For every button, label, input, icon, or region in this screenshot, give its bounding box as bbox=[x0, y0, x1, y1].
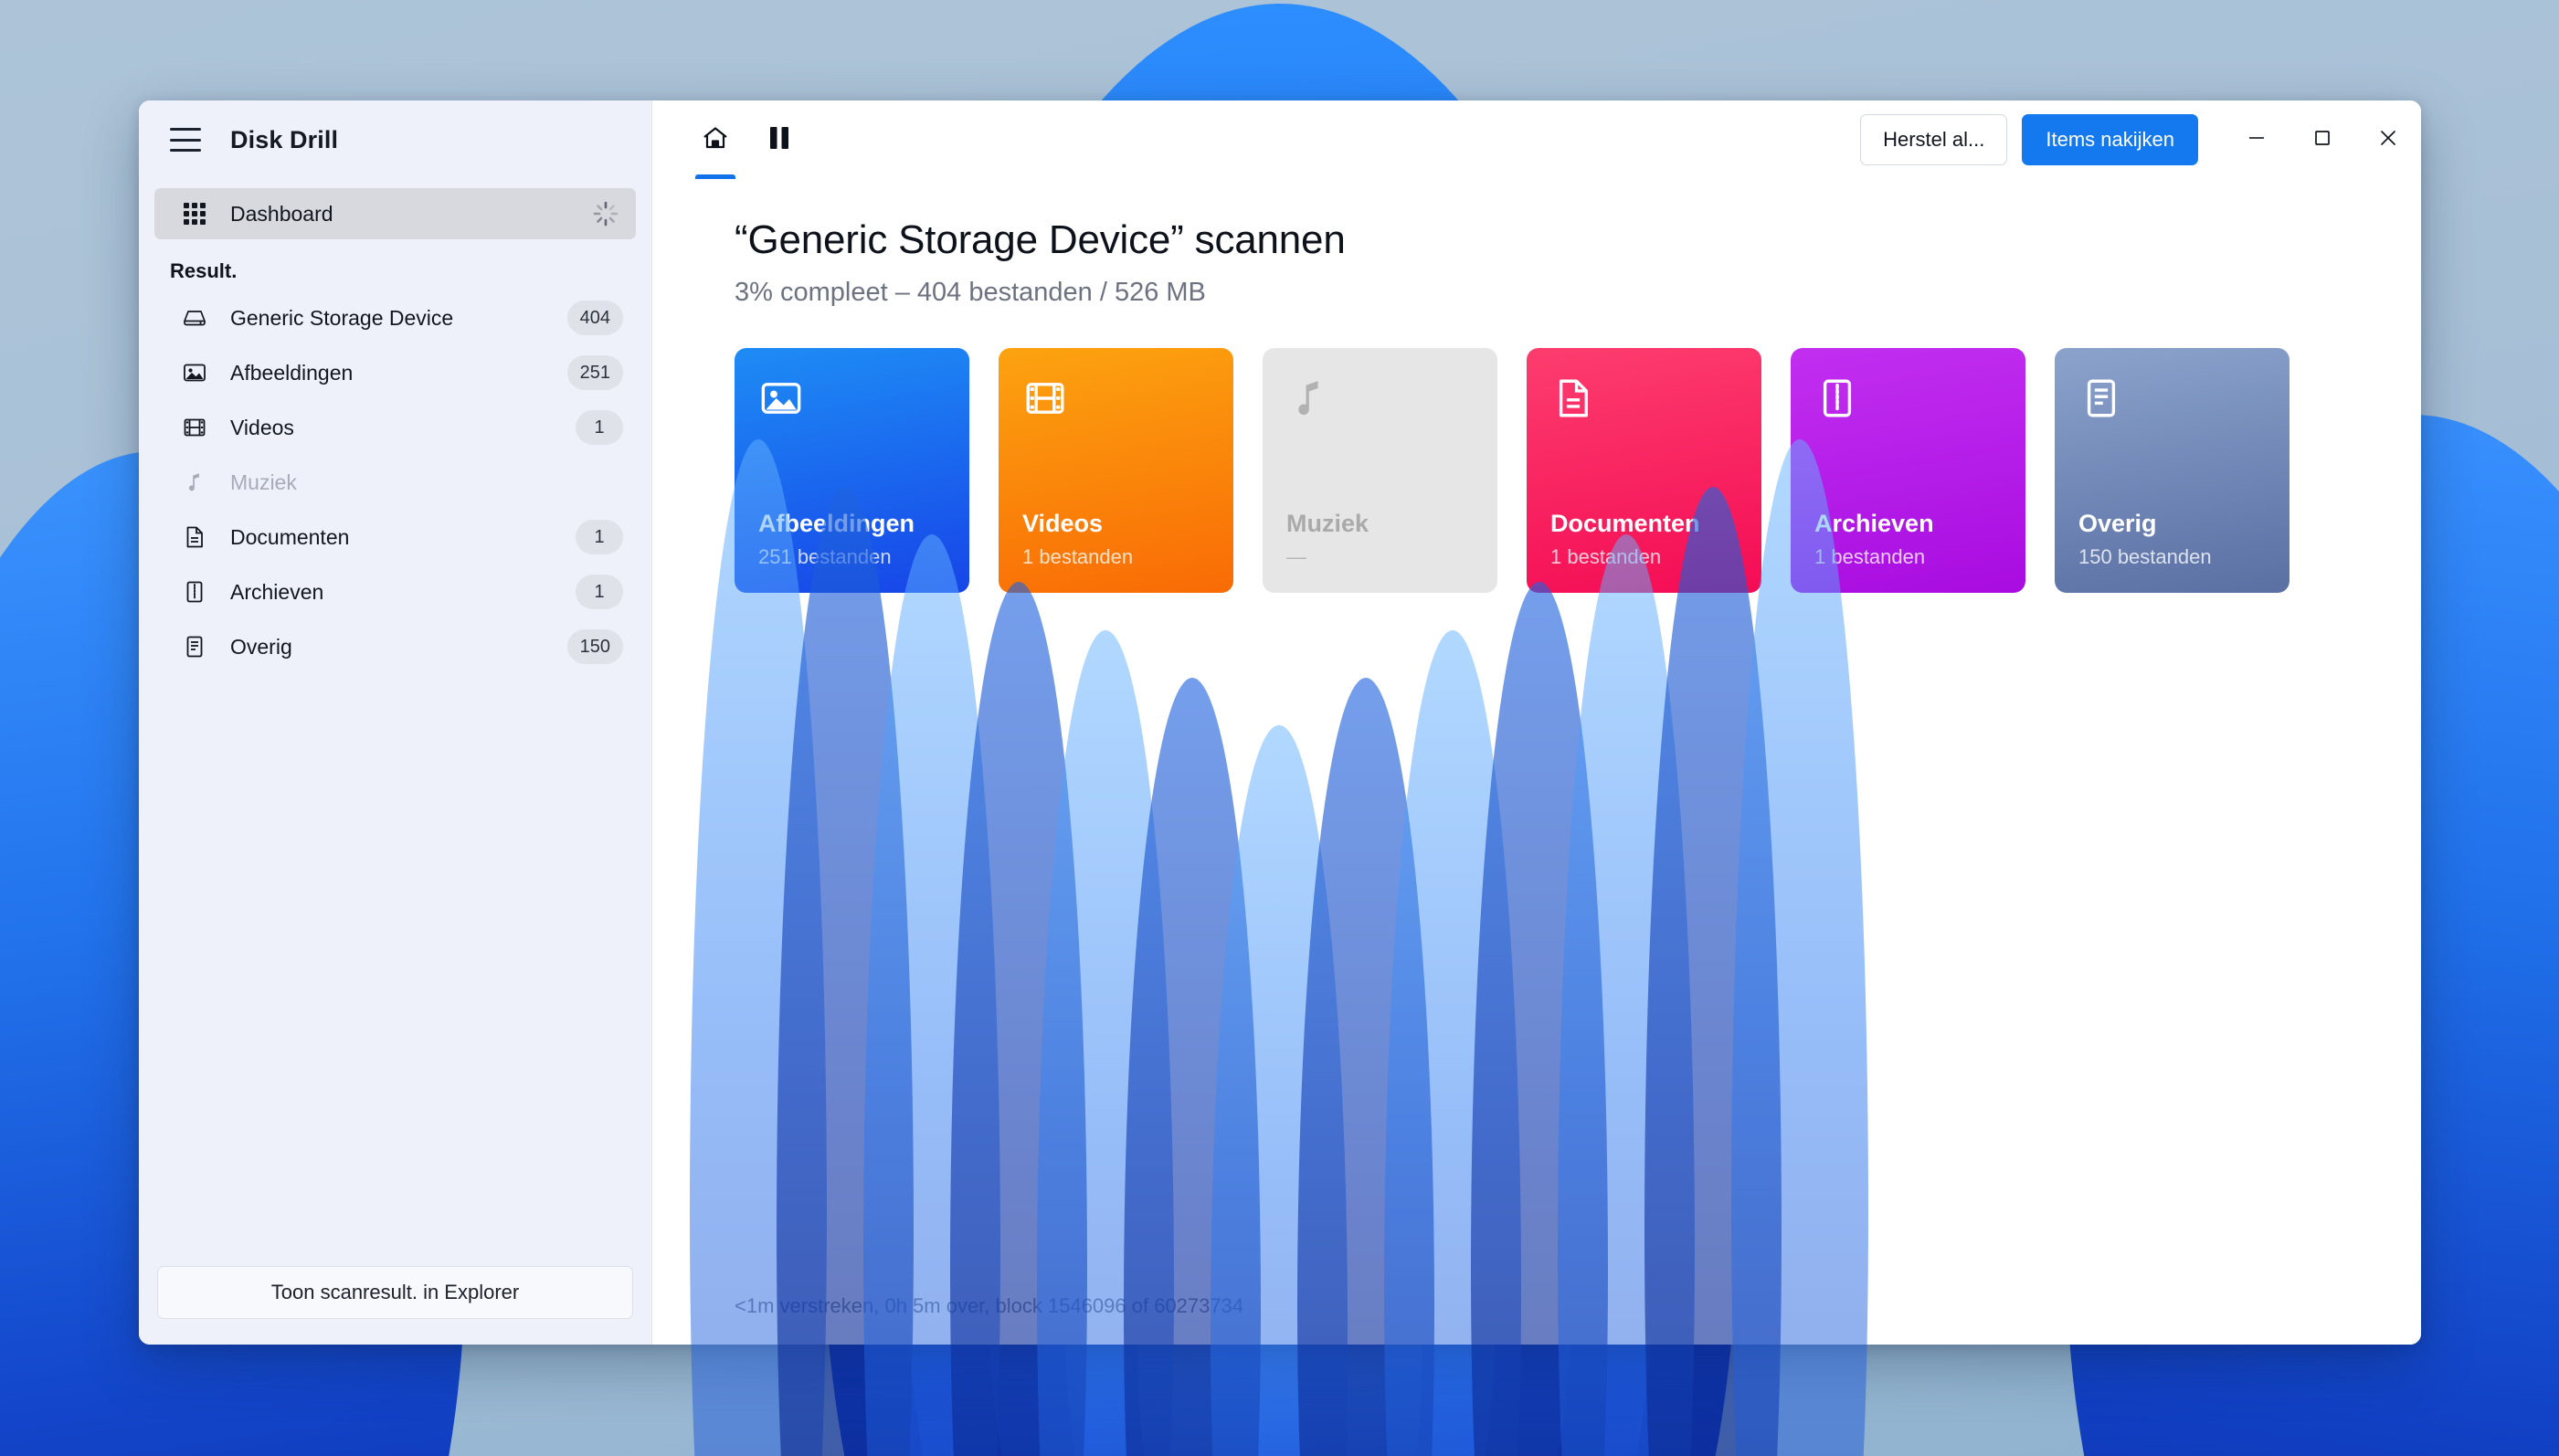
sidebar-footer: Toon scanresult. in Explorer bbox=[139, 1266, 651, 1345]
category-tile-videos[interactable]: Videos 1 bestanden bbox=[999, 348, 1233, 593]
hard-drive-icon bbox=[176, 304, 213, 332]
desktop-wallpaper: Disk Drill Dashboard Result. Generic Sto… bbox=[0, 0, 2559, 1456]
list-doc-icon bbox=[2078, 375, 2266, 427]
maximize-button[interactable] bbox=[2289, 100, 2355, 179]
sidebar: Disk Drill Dashboard Result. Generic Sto… bbox=[139, 100, 652, 1345]
tile-name: Archieven bbox=[1814, 510, 1934, 537]
sidebar-item-label: Dashboard bbox=[230, 201, 333, 226]
pause-icon bbox=[767, 124, 791, 156]
scan-progress-subtitle: 3% compleet – 404 bestanden / 526 MB bbox=[735, 278, 1206, 307]
review-items-button[interactable]: Items nakijken bbox=[2022, 114, 2198, 165]
archive-zip-icon bbox=[1814, 375, 2002, 427]
sidebar-header: Disk Drill bbox=[139, 100, 651, 179]
sidebar-item-label: Documenten bbox=[230, 524, 350, 549]
archive-zip-icon bbox=[176, 578, 213, 606]
grid-icon bbox=[176, 200, 213, 227]
sidebar-item-dashboard[interactable]: Dashboard bbox=[154, 188, 636, 239]
document-icon bbox=[176, 523, 213, 551]
pause-scan-button[interactable] bbox=[747, 100, 811, 179]
sidebar-item-count: 1 bbox=[576, 410, 623, 445]
app-title: Disk Drill bbox=[230, 125, 339, 153]
toolbar-right: Herstel al... Items nakijken bbox=[1860, 100, 2421, 179]
tile-name: Overig bbox=[2078, 510, 2157, 537]
sidebar-item-videos[interactable]: Videos 1 bbox=[154, 402, 636, 453]
category-tile-muziek: Muziek — bbox=[1263, 348, 1497, 593]
spinner-icon bbox=[592, 200, 619, 227]
toolbar: Herstel al... Items nakijken bbox=[652, 100, 2421, 179]
sidebar-item-label: Generic Storage Device bbox=[230, 305, 454, 330]
sidebar-item-afbeeldingen[interactable]: Afbeeldingen 251 bbox=[154, 347, 636, 398]
sidebar-item-generic-storage-device[interactable]: Generic Storage Device 404 bbox=[154, 292, 636, 343]
sidebar-item-count: 1 bbox=[576, 575, 623, 609]
sidebar-item-count: 150 bbox=[566, 629, 623, 664]
sidebar-section-label: Result. bbox=[170, 259, 238, 282]
sidebar-item-label: Overig bbox=[230, 634, 292, 659]
category-tile-overig[interactable]: Overig 150 bestanden bbox=[2055, 348, 2289, 593]
film-icon bbox=[176, 414, 213, 441]
sidebar-item-documenten[interactable]: Documenten 1 bbox=[154, 512, 636, 563]
sidebar-item-count: 251 bbox=[566, 355, 623, 390]
tile-count: 150 bestanden bbox=[2078, 545, 2212, 568]
music-note-icon bbox=[1286, 375, 1474, 427]
sidebar-item-count: 1 bbox=[576, 520, 623, 554]
sidebar-nav-top: Dashboard bbox=[139, 188, 651, 239]
sidebar-item-count: 404 bbox=[566, 301, 623, 335]
image-icon bbox=[176, 359, 213, 386]
tile-count: 1 bestanden bbox=[1022, 545, 1134, 568]
tile-name: Muziek bbox=[1286, 510, 1369, 537]
minimize-button[interactable] bbox=[2224, 100, 2289, 179]
category-tiles: Afbeeldingen 251 bestanden bbox=[735, 348, 2421, 593]
recover-all-button[interactable]: Herstel al... bbox=[1860, 114, 2008, 165]
image-icon bbox=[758, 375, 946, 427]
sidebar-item-label: Afbeeldingen bbox=[230, 360, 354, 385]
sidebar-item-label: Muziek bbox=[230, 470, 297, 494]
sidebar-item-label: Archieven bbox=[230, 579, 324, 604]
tile-count: 1 bestanden bbox=[1814, 545, 1926, 568]
document-icon bbox=[1550, 375, 1738, 427]
page-title: “Generic Storage Device” scannen bbox=[735, 217, 1346, 262]
close-icon bbox=[2377, 127, 2399, 153]
home-tab-button[interactable] bbox=[683, 100, 747, 179]
sidebar-item-archieven[interactable]: Archieven 1 bbox=[154, 566, 636, 617]
sidebar-item-overig[interactable]: Overig 150 bbox=[154, 621, 636, 672]
music-note-icon bbox=[176, 469, 213, 496]
minimize-icon bbox=[2246, 127, 2268, 153]
film-icon bbox=[1022, 375, 1210, 427]
sidebar-item-muziek: Muziek bbox=[154, 457, 636, 508]
home-icon bbox=[701, 123, 730, 157]
sidebar-item-label: Videos bbox=[230, 415, 294, 439]
tile-name: Videos bbox=[1022, 510, 1104, 537]
tile-count: — bbox=[1286, 545, 1306, 568]
sidebar-result-list: Generic Storage Device 404 Afbeeldingen … bbox=[139, 292, 651, 676]
show-scan-results-in-explorer-button[interactable]: Toon scanresult. in Explorer bbox=[157, 1266, 633, 1319]
list-doc-icon bbox=[176, 633, 213, 660]
hamburger-icon[interactable] bbox=[170, 128, 201, 152]
maximize-icon bbox=[2311, 127, 2333, 153]
close-button[interactable] bbox=[2355, 100, 2421, 179]
